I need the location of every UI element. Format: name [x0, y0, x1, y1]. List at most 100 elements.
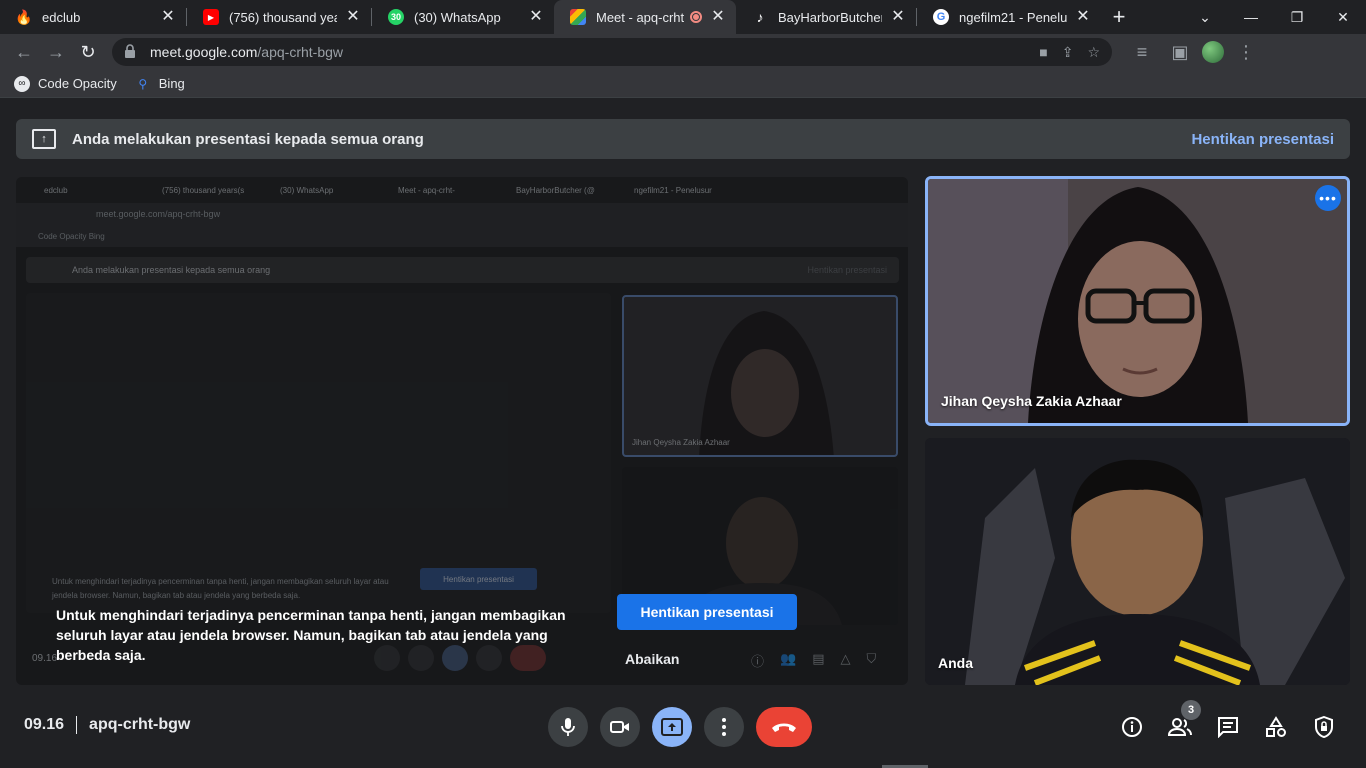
mirror-info-icon: ⓘ — [751, 654, 765, 669]
presenting-banner: ↑ Anda melakukan presentasi kepada semua… — [16, 119, 1350, 159]
clock: 09.16 — [24, 716, 65, 733]
toolbar-right: ≡ ▣ ⋮ — [1126, 36, 1262, 68]
address-bar[interactable]: meet.google.com /apq-crht-bgw ■ ⇪ ☆ — [112, 38, 1112, 66]
mirror-tab: BayHarborButcher (@ — [516, 185, 595, 195]
bookmark-bing[interactable]: ⚲ Bing — [135, 76, 185, 92]
participant-tile-self[interactable]: Anda — [925, 438, 1350, 685]
star-icon[interactable]: ☆ — [1087, 44, 1100, 61]
share-icon[interactable]: ⇪ — [1062, 44, 1074, 61]
activities-button[interactable] — [1261, 712, 1291, 742]
more-options-button[interactable] — [704, 707, 744, 747]
mirror-stop-button: Hentikan presentasi — [420, 568, 537, 590]
ignore-button[interactable]: Abaikan — [625, 651, 679, 667]
tab-title: (756) thousand years(s — [229, 9, 337, 25]
mirror-tab-strip: edclub (756) thousand years(s (30) Whats… — [16, 177, 908, 203]
new-tab-button[interactable]: + — [1101, 0, 1137, 34]
meeting-controls-bar: 09.16 apq-crht-bgw 3 — [0, 700, 1366, 768]
youtube-icon: ▶ — [203, 9, 219, 25]
mirror-warning: Untuk menghindari terjadinya pencerminan… — [52, 577, 389, 600]
tab-title: edclub — [42, 9, 81, 25]
media-control-icon[interactable]: ≡ — [1126, 36, 1158, 68]
mirroring-warning: Untuk menghindari terjadinya pencerminan… — [56, 607, 566, 663]
microphone-button[interactable] — [548, 707, 588, 747]
shield-lock-icon — [1315, 716, 1333, 738]
mirror-people-icon: 👥 — [780, 651, 797, 666]
mirror-cam-name: Jihan Qeysha Zakia Azhaar — [632, 438, 730, 447]
presentation-tile: edclub (756) thousand years(s (30) Whats… — [16, 177, 908, 685]
tab-youtube[interactable]: ▶ (756) thousand years(s ✕ — [187, 0, 371, 34]
minimize-icon[interactable]: — — [1228, 0, 1274, 34]
close-icon[interactable]: ✕ — [710, 9, 726, 25]
profile-avatar[interactable] — [1202, 41, 1224, 63]
tab-whatsapp[interactable]: 30 (30) WhatsApp ✕ — [372, 0, 554, 34]
side-panel-icon[interactable]: ▣ — [1164, 36, 1196, 68]
camera-icon[interactable]: ■ — [1039, 44, 1047, 61]
tab-title: BayHarborButcher (@ — [778, 9, 882, 25]
participant-video — [925, 438, 1350, 685]
chat-icon — [1218, 717, 1238, 738]
close-icon[interactable]: ✕ — [345, 9, 361, 25]
mirror-banner-text: Anda melakukan presentasi kepada semua o… — [72, 265, 271, 275]
tab-google[interactable]: G ngefilm21 - Penelusur ✕ — [917, 0, 1101, 34]
recording-icon — [690, 11, 702, 23]
mirror-shield-icon: ⛉ — [866, 651, 877, 666]
tab-search-icon[interactable]: ⌄ — [1182, 0, 1228, 34]
bookmark-label: Bing — [158, 76, 185, 91]
mirror-right-controls: ⓘ 👥 ▤ △ ⛉ — [751, 651, 876, 670]
more-options-icon[interactable]: ••• — [1315, 185, 1341, 211]
meeting-code: apq-crht-bgw — [89, 716, 191, 733]
meeting-details: 09.16 apq-crht-bgw — [24, 716, 190, 734]
participant-tile-jihan[interactable]: ••• Jihan Qeysha Zakia Azhaar — [925, 176, 1350, 426]
chat-button[interactable] — [1213, 712, 1243, 742]
close-icon[interactable]: ✕ — [1075, 9, 1091, 25]
mirror-tab: Meet - apq-crht- — [398, 185, 455, 195]
omnibox-actions: ■ ⇪ ☆ — [1039, 44, 1100, 61]
mirror-activities-icon: △ — [840, 651, 851, 666]
flame-icon: 🔥 — [15, 8, 33, 25]
microphone-icon — [561, 718, 575, 736]
mirror-tab: ngefilm21 - Penelusur — [634, 185, 712, 195]
divider — [76, 716, 78, 734]
host-controls-button[interactable] — [1309, 712, 1339, 742]
infinity-icon: ∞ — [14, 75, 30, 92]
present-screen-icon: ↑ — [32, 129, 56, 149]
mirror-bookmarks: Code Opacity Bing — [16, 225, 908, 247]
more-vert-icon — [722, 718, 726, 736]
back-icon[interactable]: ← — [8, 36, 40, 68]
leave-call-button[interactable] — [756, 707, 812, 747]
stop-presenting-button[interactable]: Hentikan presentasi — [617, 594, 797, 630]
activities-icon — [1266, 716, 1286, 737]
tab-title: Meet - apq-crht-b — [596, 9, 684, 25]
meet-icon — [570, 9, 586, 25]
bookmark-code-opacity[interactable]: ∞ Code Opacity — [14, 75, 117, 92]
mirror-banner-stop: Hentikan presentasi — [807, 265, 887, 275]
presenting-text: Anda melakukan presentasi kepada semua o… — [72, 130, 424, 148]
search-icon: ⚲ — [138, 76, 148, 91]
meet-page: ↑ Anda melakukan presentasi kepada semua… — [0, 102, 1366, 768]
present-now-button[interactable] — [652, 707, 692, 747]
info-icon — [1122, 717, 1142, 737]
restore-icon[interactable]: ❐ — [1274, 0, 1320, 34]
tab-tiktok[interactable]: ♪ BayHarborButcher (@ ✕ — [736, 0, 916, 34]
participant-name: Anda — [938, 655, 973, 671]
camera-button[interactable] — [600, 707, 640, 747]
forward-icon[interactable]: → — [40, 36, 72, 68]
close-window-icon[interactable]: ✕ — [1320, 0, 1366, 34]
menu-icon[interactable]: ⋮ — [1230, 36, 1262, 68]
google-icon: G — [933, 9, 949, 25]
bookmark-label: Code Opacity — [38, 76, 117, 91]
close-icon[interactable]: ✕ — [528, 9, 544, 25]
participant-name: Jihan Qeysha Zakia Azhaar — [941, 393, 1122, 409]
browser-toolbar: ← → ↻ meet.google.com /apq-crht-bgw ■ ⇪ … — [0, 34, 1366, 70]
banner-stop-presenting-link[interactable]: Hentikan presentasi — [1191, 131, 1334, 148]
tiktok-icon: ♪ — [756, 9, 764, 25]
reload-icon[interactable]: ↻ — [72, 36, 104, 68]
meeting-info-button[interactable] — [1117, 712, 1147, 742]
present-screen-icon — [661, 718, 683, 736]
close-icon[interactable]: ✕ — [890, 9, 906, 25]
close-icon[interactable]: ✕ — [160, 9, 176, 25]
browser-tab-strip: 🔥 edclub ✕ ▶ (756) thousand years(s ✕ 30… — [0, 0, 1366, 34]
tab-meet[interactable]: Meet - apq-crht-b ✕ — [554, 0, 736, 34]
participant-video — [928, 179, 1347, 423]
tab-edclub[interactable]: 🔥 edclub ✕ — [0, 0, 186, 34]
